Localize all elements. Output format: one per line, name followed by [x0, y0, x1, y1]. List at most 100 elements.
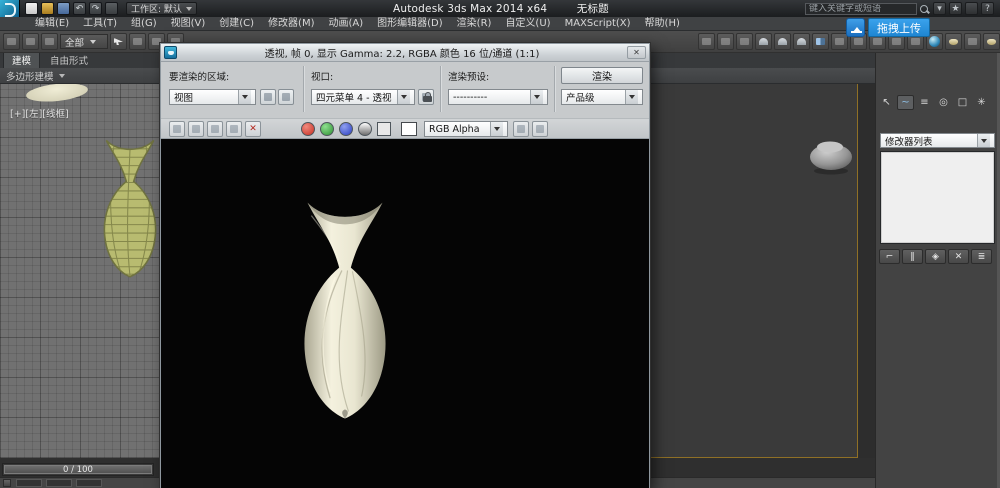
time-slider-track[interactable]: 0 / 100 — [2, 463, 154, 476]
viewport-divider[interactable] — [858, 84, 875, 488]
background-color-swatch[interactable] — [401, 122, 417, 136]
make-unique-button[interactable]: ◈ — [925, 249, 946, 264]
workspace-selector[interactable]: 工作区: 默认 — [126, 2, 197, 15]
menu-modifiers[interactable]: 修改器(M) — [261, 17, 321, 31]
viewport-label[interactable]: [+][左][线框] — [10, 106, 69, 120]
ribbon-tab-modeling[interactable]: 建模 — [3, 51, 41, 68]
application-menu-button[interactable] — [0, 0, 20, 17]
channel-display-dropdown[interactable]: RGB Alpha — [424, 121, 508, 137]
shaded-object-fragment[interactable] — [25, 80, 89, 105]
menu-rendering[interactable]: 渲染(R) — [450, 17, 499, 31]
tab-utilities-icon[interactable]: ✳ — [973, 95, 990, 110]
rendered-frame-window-icon[interactable] — [964, 33, 981, 50]
edit-region-button[interactable] — [260, 89, 276, 105]
sign-in-icon[interactable] — [965, 2, 978, 15]
menu-group[interactable]: 组(G) — [124, 17, 164, 31]
coordinate-z-field[interactable] — [76, 479, 102, 487]
menu-animation[interactable]: 动画(A) — [322, 17, 371, 31]
tab-create-icon[interactable]: ↖ — [878, 95, 895, 110]
percent-snap-icon[interactable] — [793, 33, 810, 50]
configure-modifier-sets-button[interactable]: ≣ — [971, 249, 992, 264]
select-and-scale-icon[interactable] — [736, 33, 753, 50]
pin-stack-button[interactable]: ⌐ — [879, 249, 900, 264]
coordinate-x-field[interactable] — [16, 479, 42, 487]
help-icon[interactable]: ? — [981, 2, 994, 15]
tab-display-icon[interactable]: □ — [954, 95, 971, 110]
angle-snap-icon[interactable] — [774, 33, 791, 50]
selection-filter-value: 全部 — [65, 37, 85, 49]
tab-motion-icon[interactable]: ◎ — [935, 95, 952, 110]
lock-to-viewport-button[interactable] — [418, 89, 434, 105]
document-title-text: 无标题 — [576, 3, 609, 15]
polygon-modeling-panel-label[interactable]: 多边形建模 — [6, 69, 54, 83]
select-object-icon[interactable] — [110, 33, 127, 50]
menu-maxscript[interactable]: MAXScript(X) — [558, 17, 638, 31]
unlink-selection-icon[interactable] — [22, 33, 39, 50]
select-by-name-icon[interactable] — [129, 33, 146, 50]
selection-filter-dropdown[interactable]: 全部 — [60, 34, 108, 49]
menu-create[interactable]: 创建(C) — [212, 17, 261, 31]
print-image-icon[interactable] — [226, 121, 242, 137]
rfw-viewport-dropdown[interactable]: 四元菜单 4 - 透视 — [311, 89, 415, 105]
search-icon[interactable] — [920, 4, 928, 13]
remove-modifier-button[interactable]: ✕ — [948, 249, 969, 264]
new-scene-icon[interactable] — [25, 2, 38, 15]
snaps-toggle-icon[interactable] — [755, 33, 772, 50]
auto-region-button[interactable] — [278, 89, 294, 105]
rfw-title-bar[interactable]: 透视, 帧 0, 显示 Gamma: 2.2, RGBA 颜色 16 位/通道 … — [161, 44, 649, 62]
copy-image-icon[interactable] — [188, 121, 204, 137]
render-button[interactable]: 渲染 — [561, 67, 643, 84]
render-preset-dropdown[interactable]: ---------- — [448, 89, 548, 105]
red-channel-toggle[interactable] — [301, 122, 315, 136]
scene-object-gray[interactable] — [806, 136, 856, 176]
search-input[interactable] — [805, 2, 917, 15]
render-setup-icon[interactable] — [945, 33, 962, 50]
menu-tools[interactable]: 工具(T) — [76, 17, 124, 31]
area-to-render-dropdown[interactable]: 视图 — [169, 89, 256, 105]
blue-channel-toggle[interactable] — [339, 122, 353, 136]
show-end-result-button[interactable]: ‖ — [902, 249, 923, 264]
layers-icon[interactable] — [513, 121, 529, 137]
menu-edit[interactable]: 编辑(E) — [28, 17, 76, 31]
alpha-channel-toggle[interactable] — [377, 122, 391, 136]
caret-down-icon[interactable]: ▾ — [933, 2, 946, 15]
viewport-perspective[interactable] — [650, 84, 858, 458]
render-production-icon[interactable] — [983, 33, 1000, 50]
select-and-move-icon[interactable] — [698, 33, 715, 50]
tab-hierarchy-icon[interactable]: ≡ — [916, 95, 933, 110]
modifier-list-dropdown[interactable]: 修改器列表 — [880, 133, 995, 148]
monochrome-toggle[interactable] — [358, 122, 372, 136]
bind-to-space-warp-icon[interactable] — [41, 33, 58, 50]
clear-image-icon[interactable]: ✕ — [245, 121, 261, 137]
modifier-stack-list[interactable] — [880, 151, 995, 244]
area-to-render-label: 要渲染的区域: — [169, 72, 230, 83]
mirror-icon[interactable] — [812, 33, 829, 50]
render-quality-dropdown[interactable]: 产品级 — [561, 89, 643, 105]
time-slider-button[interactable]: 0 / 100 — [4, 465, 152, 475]
project-folder-icon[interactable] — [105, 2, 118, 15]
menu-views[interactable]: 视图(V) — [164, 17, 213, 31]
split-channels-icon[interactable] — [532, 121, 548, 137]
undo-icon[interactable]: ↶ — [73, 2, 86, 15]
redo-icon[interactable]: ↷ — [89, 2, 102, 15]
upload-overlay: 拖拽上传 — [846, 18, 930, 37]
favorites-star-icon[interactable]: ★ — [949, 2, 962, 15]
divider — [303, 66, 305, 112]
coordinate-y-field[interactable] — [46, 479, 72, 487]
ribbon-tab-freeform[interactable]: 自由形式 — [42, 52, 96, 68]
select-and-link-icon[interactable] — [3, 33, 20, 50]
menu-graph-editors[interactable]: 图形编辑器(D) — [370, 17, 450, 31]
open-file-icon[interactable] — [41, 2, 54, 15]
upload-cloud-icon[interactable] — [846, 18, 865, 37]
menu-help[interactable]: 帮助(H) — [638, 17, 687, 31]
tab-modify-icon[interactable]: ~ — [897, 95, 914, 110]
green-channel-toggle[interactable] — [320, 122, 334, 136]
save-image-icon[interactable] — [169, 121, 185, 137]
rfw-close-button[interactable]: ✕ — [627, 46, 646, 59]
clone-window-icon[interactable] — [207, 121, 223, 137]
drag-upload-button[interactable]: 拖拽上传 — [868, 18, 930, 37]
menu-customize[interactable]: 自定义(U) — [498, 17, 557, 31]
selection-lock-icon[interactable] — [3, 479, 11, 487]
save-file-icon[interactable] — [57, 2, 70, 15]
select-and-rotate-icon[interactable] — [717, 33, 734, 50]
